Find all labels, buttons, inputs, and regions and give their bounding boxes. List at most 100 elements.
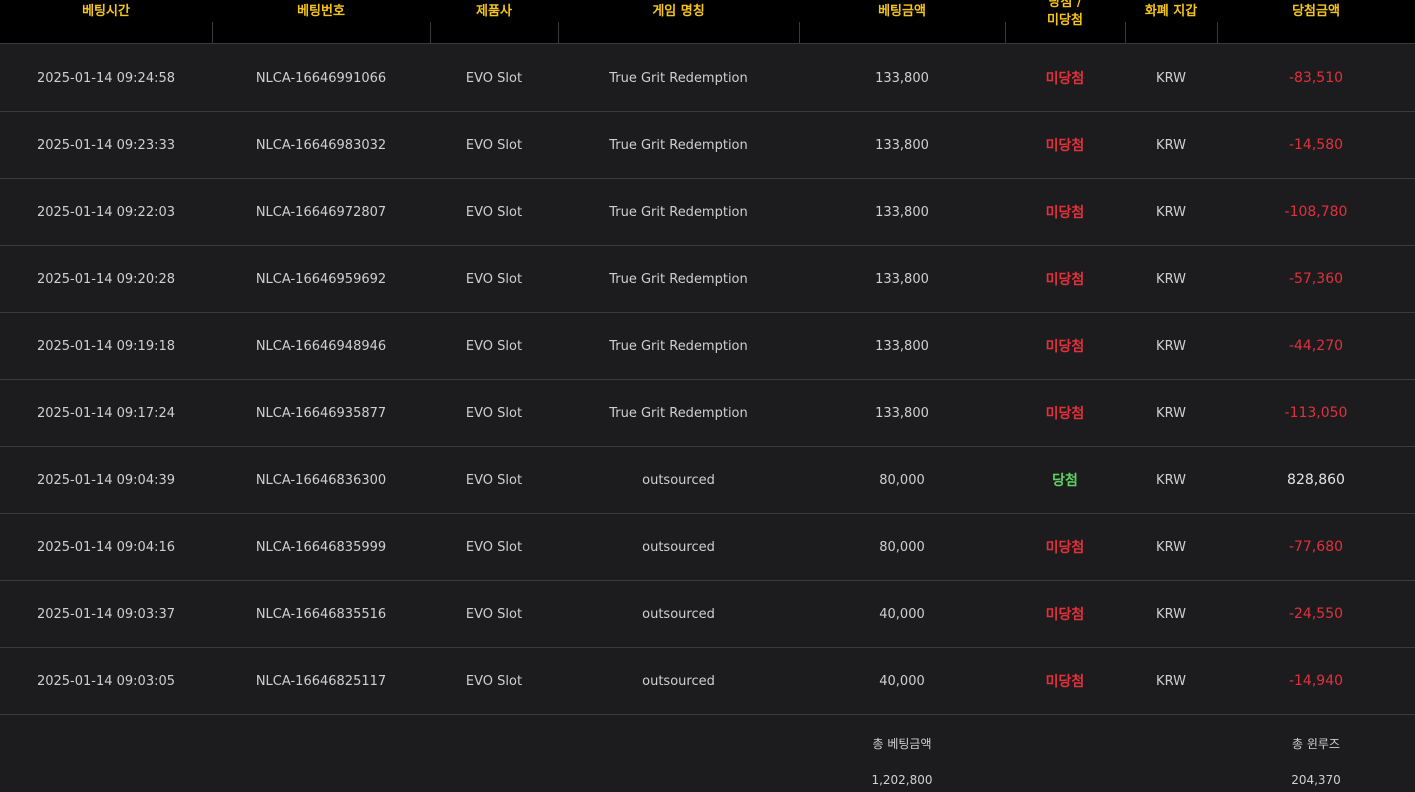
- bet-time-cell: 2025-01-14 09:23:33: [36, 137, 176, 153]
- game-name-cell: True Grit Redemption: [609, 204, 748, 220]
- game-name-cell: outsourced: [642, 673, 715, 689]
- header-currency-wallet[interactable]: 화폐 지갑: [1125, 0, 1217, 44]
- bet-amount-cell: 40,000: [879, 606, 925, 622]
- bet-amount-cell: 80,000: [879, 539, 925, 555]
- game-name-cell: True Grit Redemption: [609, 70, 748, 86]
- win-amount-cell: -77,680: [1288, 539, 1344, 555]
- header-result[interactable]: 당첨 / 미당첨: [1005, 0, 1125, 44]
- provider-cell: EVO Slot: [465, 405, 523, 421]
- currency-cell: KRW: [1156, 338, 1186, 354]
- win-amount-cell: -57,360: [1288, 271, 1344, 287]
- currency-cell: KRW: [1156, 405, 1186, 421]
- table-row[interactable]: 2025-01-14 09:22:03 NLCA-16646972807 EVO S…: [0, 179, 1415, 246]
- header-game-name[interactable]: 게임 명칭: [558, 0, 799, 44]
- currency-cell: KRW: [1156, 606, 1186, 622]
- provider-cell: EVO Slot: [465, 539, 523, 555]
- bet-time-cell: 2025-01-14 09:24:58: [36, 70, 176, 86]
- result-cell: 미당첨: [1045, 339, 1085, 355]
- header-bet-time[interactable]: 베팅시간: [0, 0, 212, 44]
- win-amount-cell: -108,780: [1284, 204, 1348, 220]
- win-amount-cell: -14,580: [1288, 137, 1344, 153]
- table-row[interactable]: 2025-01-14 09:03:05 NLCA-16646825117 EVO S…: [0, 648, 1415, 715]
- game-name-cell: outsourced: [642, 606, 715, 622]
- win-amount-cell: -24,550: [1288, 606, 1344, 622]
- bet-time-cell: 2025-01-14 09:03:05: [36, 673, 176, 689]
- game-name-cell: outsourced: [642, 539, 715, 555]
- result-cell: 미당첨: [1045, 272, 1085, 288]
- header-result-line2: 미당첨: [1047, 13, 1083, 28]
- provider-cell: EVO Slot: [465, 204, 523, 220]
- table-footer: 총 베팅금액 1,202,800 총 윈루즈 204,370: [0, 715, 1415, 792]
- bet-time-cell: 2025-01-14 09:03:37: [36, 606, 176, 622]
- provider-cell: EVO Slot: [465, 673, 523, 689]
- provider-cell: EVO Slot: [465, 338, 523, 354]
- table-row[interactable]: 2025-01-14 09:03:37 NLCA-16646835516 EVO S…: [0, 581, 1415, 648]
- table-row[interactable]: 2025-01-14 09:04:16 NLCA-16646835999 EVO S…: [0, 514, 1415, 581]
- provider-cell: EVO Slot: [465, 606, 523, 622]
- bet-number-cell: NLCA-16646836300: [255, 472, 387, 488]
- result-cell: 당첨: [1052, 473, 1078, 489]
- result-cell: 미당첨: [1045, 205, 1085, 221]
- result-cell: 미당첨: [1045, 607, 1085, 623]
- provider-cell: EVO Slot: [465, 271, 523, 287]
- bet-amount-cell: 133,800: [875, 204, 929, 220]
- table-header: 베팅시간 베팅번호 제품사 게임 명칭 베팅금액 당첨 / 미당첨 화폐 지갑 …: [0, 0, 1415, 44]
- bet-number-cell: NLCA-16646972807: [255, 204, 387, 220]
- bet-history-page: 베팅시간 베팅번호 제품사 게임 명칭 베팅금액 당첨 / 미당첨 화폐 지갑 …: [0, 0, 1415, 792]
- table-row[interactable]: 2025-01-14 09:23:33 NLCA-16646983032 EVO S…: [0, 112, 1415, 179]
- bet-amount-cell: 133,800: [875, 70, 929, 86]
- table-row[interactable]: 2025-01-14 09:24:58 NLCA-16646991066 EVO S…: [0, 45, 1415, 112]
- provider-cell: EVO Slot: [465, 137, 523, 153]
- bet-amount-cell: 133,800: [875, 338, 929, 354]
- bet-time-cell: 2025-01-14 09:17:24: [36, 405, 176, 421]
- total-bet-label: 총 베팅금액: [872, 737, 932, 751]
- currency-cell: KRW: [1156, 137, 1186, 153]
- total-winloss-value: 204,370: [1291, 773, 1341, 787]
- header-result-line1: 당첨 /: [1048, 0, 1082, 10]
- header-bet-amount[interactable]: 베팅금액: [799, 0, 1005, 44]
- win-amount-cell: -44,270: [1288, 338, 1344, 354]
- header-win-amount[interactable]: 당첨금액: [1217, 0, 1415, 44]
- header-provider[interactable]: 제품사: [430, 0, 558, 44]
- win-amount-cell: -113,050: [1284, 405, 1348, 421]
- currency-cell: KRW: [1156, 204, 1186, 220]
- bet-time-cell: 2025-01-14 09:04:39: [36, 472, 176, 488]
- bet-amount-cell: 133,800: [875, 271, 929, 287]
- header-bet-number[interactable]: 베팅번호: [212, 0, 430, 44]
- bet-time-cell: 2025-01-14 09:04:16: [36, 539, 176, 555]
- table-row[interactable]: 2025-01-14 09:20:28 NLCA-16646959692 EVO S…: [0, 246, 1415, 313]
- table-body: 2025-01-14 09:24:58 NLCA-16646991066 EVO S…: [0, 45, 1415, 715]
- provider-cell: EVO Slot: [465, 472, 523, 488]
- bet-amount-cell: 80,000: [879, 472, 925, 488]
- game-name-cell: True Grit Redemption: [609, 338, 748, 354]
- bet-time-cell: 2025-01-14 09:20:28: [36, 271, 176, 287]
- bet-amount-cell: 133,800: [875, 137, 929, 153]
- bet-number-cell: NLCA-16646991066: [255, 70, 387, 86]
- bet-number-cell: NLCA-16646983032: [255, 137, 387, 153]
- win-amount-cell: -14,940: [1288, 673, 1344, 689]
- result-cell: 미당첨: [1045, 406, 1085, 422]
- bet-number-cell: NLCA-16646935877: [255, 405, 387, 421]
- provider-cell: EVO Slot: [465, 70, 523, 86]
- result-cell: 미당첨: [1045, 540, 1085, 556]
- game-name-cell: True Grit Redemption: [609, 271, 748, 287]
- win-amount-cell: 828,860: [1287, 472, 1345, 488]
- table-row[interactable]: 2025-01-14 09:04:39 NLCA-16646836300 EVO S…: [0, 447, 1415, 514]
- bet-number-cell: NLCA-16646959692: [255, 271, 387, 287]
- game-name-cell: True Grit Redemption: [609, 405, 748, 421]
- bet-number-cell: NLCA-16646825117: [255, 673, 387, 689]
- bet-time-cell: 2025-01-14 09:22:03: [36, 204, 176, 220]
- currency-cell: KRW: [1156, 673, 1186, 689]
- currency-cell: KRW: [1156, 472, 1186, 488]
- result-cell: 미당첨: [1045, 71, 1085, 87]
- table-row[interactable]: 2025-01-14 09:19:18 NLCA-16646948946 EVO S…: [0, 313, 1415, 380]
- table-row[interactable]: 2025-01-14 09:17:24 NLCA-16646935877 EVO S…: [0, 380, 1415, 447]
- bet-number-cell: NLCA-16646835516: [255, 606, 387, 622]
- currency-cell: KRW: [1156, 271, 1186, 287]
- bet-amount-cell: 133,800: [875, 405, 929, 421]
- currency-cell: KRW: [1156, 70, 1186, 86]
- result-cell: 미당첨: [1045, 674, 1085, 690]
- total-bet-value: 1,202,800: [871, 773, 933, 787]
- bet-time-cell: 2025-01-14 09:19:18: [36, 338, 176, 354]
- bet-amount-cell: 40,000: [879, 673, 925, 689]
